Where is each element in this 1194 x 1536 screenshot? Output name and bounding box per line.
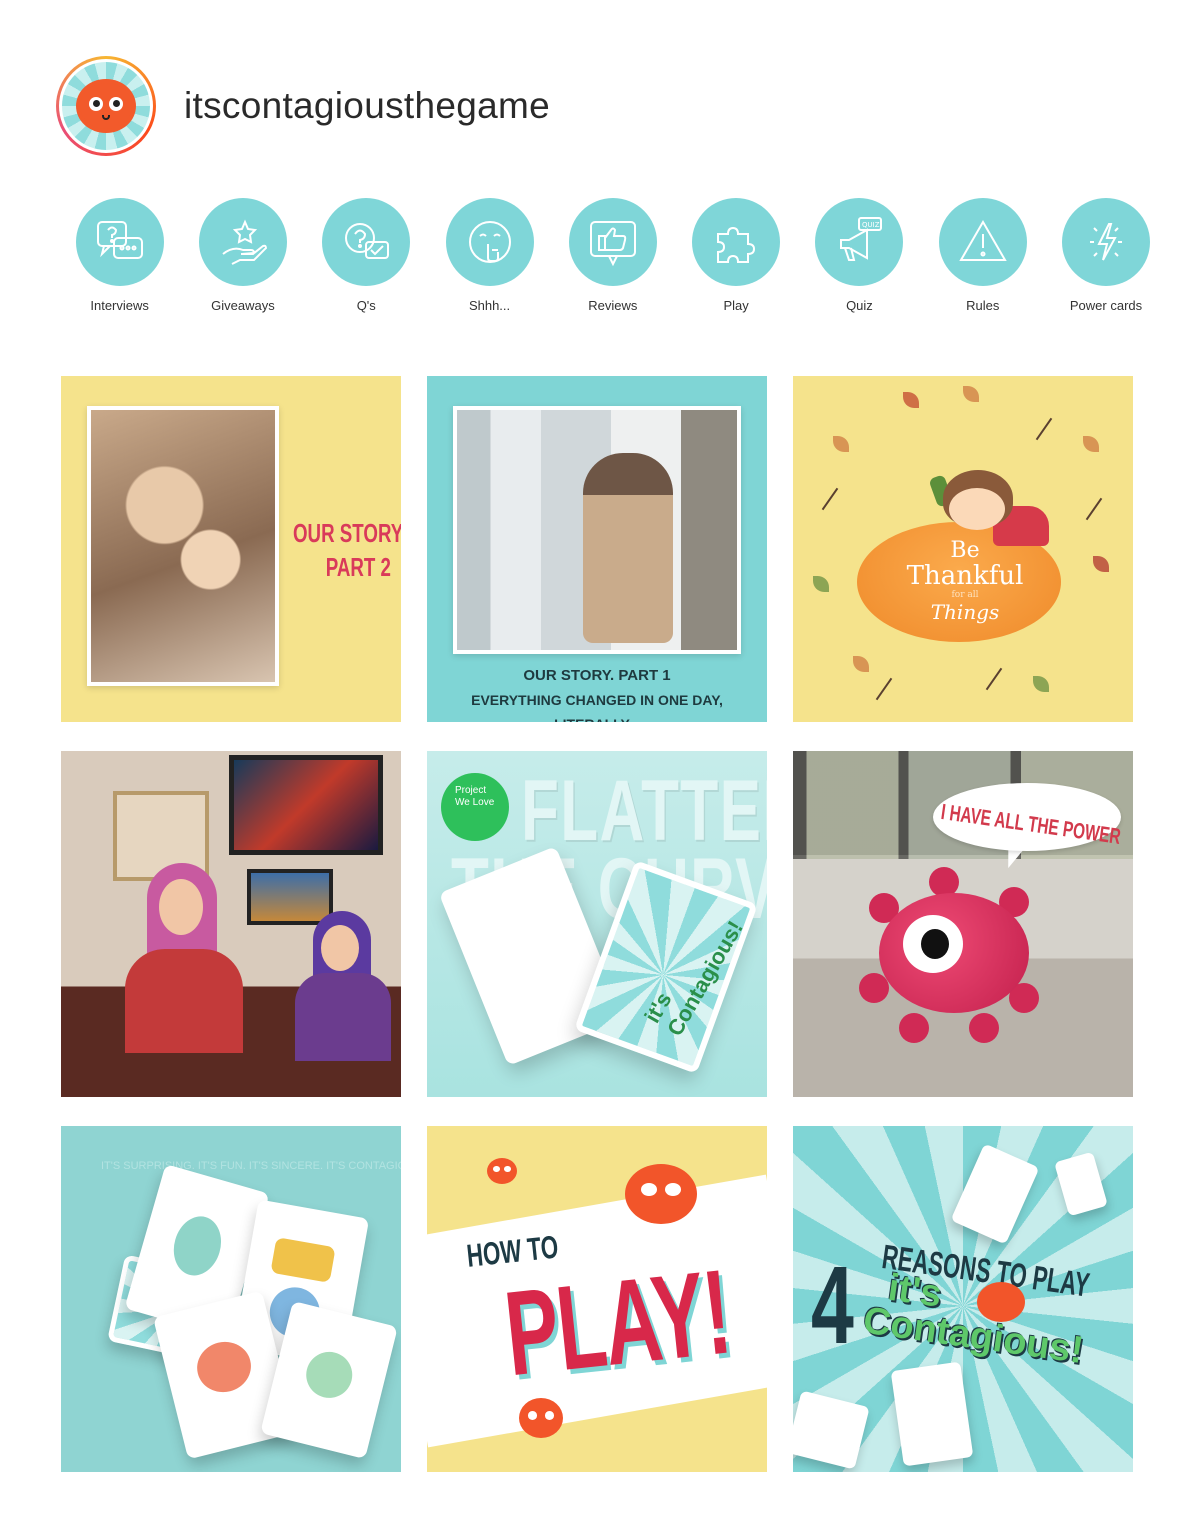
post-4-reasons-to-play[interactable]: 4 REASONS TO PLAY it's Contagious!: [793, 1126, 1133, 1472]
woman-figure: [121, 863, 247, 1053]
avatar[interactable]: [56, 56, 156, 156]
girl-figure: [291, 911, 391, 1061]
highlight-quiz[interactable]: QUIZ Quiz: [798, 198, 921, 313]
highlight-label: Giveaways: [211, 298, 275, 313]
virus-plush: [859, 863, 1045, 1043]
post-our-story-part-2[interactable]: OUR STORY. PART 2: [61, 376, 401, 722]
game-card: [1054, 1151, 1108, 1217]
game-card: [890, 1361, 974, 1467]
story-highlights: Interviews Giveaways Q's Shhh... Reviews…: [58, 198, 1168, 313]
family-photo: [87, 406, 279, 686]
svg-text:QUIZ: QUIZ: [862, 221, 880, 229]
family-photo: [453, 406, 741, 654]
post-be-thankful[interactable]: Be Thankful for all Things: [793, 376, 1133, 722]
highlight-play[interactable]: Play: [674, 198, 797, 313]
wall-painting: [229, 755, 383, 855]
question-check-icon: [345, 223, 390, 259]
background-tagline: IT'S SURPRISING. IT'S FUN. IT'S SINCERE.…: [101, 1160, 401, 1172]
post-title: OUR STORY. PART 2: [293, 518, 401, 582]
highlight-label: Power cards: [1069, 298, 1143, 313]
virus-icon: [625, 1164, 697, 1224]
lightning-icon: [1090, 223, 1123, 261]
virus-icon: [487, 1158, 517, 1184]
post-grid: OUR STORY. PART 2 OUR STORY. PART 1 EVER…: [61, 376, 1133, 1472]
warning-icon: [958, 220, 1007, 261]
highlight-label: Play: [723, 298, 749, 313]
highlight-label: Interviews: [90, 298, 149, 313]
virus-icon: [519, 1398, 563, 1438]
highlight-label: Shhh...: [468, 298, 511, 313]
highlight-interviews[interactable]: Interviews: [58, 198, 181, 313]
highlight-power-cards[interactable]: Power cards: [1044, 198, 1167, 313]
post-title: Be Thankful for all Things: [906, 538, 1024, 625]
game-card: [793, 1390, 870, 1470]
profile-username[interactable]: itscontagiousthegame: [184, 85, 550, 127]
chat-question-icon: [96, 221, 143, 259]
thumbs-up-icon: [589, 221, 636, 267]
post-how-to-play[interactable]: HOW TO PLAY!: [427, 1126, 767, 1472]
highlight-rules[interactable]: Rules: [921, 198, 1044, 313]
shush-face-icon: [468, 221, 511, 263]
highlight-giveaways[interactable]: Giveaways: [181, 198, 304, 313]
highlight-label: Rules: [966, 298, 1000, 313]
post-flatten-the-curve[interactable]: FLATTEN THE CURVE Project We Love it's C…: [427, 751, 767, 1097]
post-our-story-part-1[interactable]: OUR STORY. PART 1 EVERYTHING CHANGED IN …: [427, 376, 767, 722]
highlight-qs[interactable]: Q's: [305, 198, 428, 313]
highlight-label: Quiz: [846, 298, 873, 313]
project-we-love-badge: Project We Love: [441, 773, 509, 841]
game-card: [950, 1143, 1040, 1245]
highlight-label: Reviews: [588, 298, 638, 313]
megaphone-quiz-icon: QUIZ: [840, 217, 883, 261]
post-family-playing-photo[interactable]: [61, 751, 401, 1097]
post-headline: 4: [811, 1244, 854, 1367]
hand-star-icon: [222, 219, 267, 265]
highlight-shhh[interactable]: Shhh...: [428, 198, 551, 313]
puzzle-icon: [717, 226, 756, 263]
post-i-have-all-the-power[interactable]: I HAVE ALL THE POWER: [793, 751, 1133, 1097]
post-floating-cards[interactable]: IT'S SURPRISING. IT'S FUN. IT'S SINCERE.…: [61, 1126, 401, 1472]
profile-header: itscontagiousthegame: [56, 56, 550, 156]
post-headline: PLAY!: [499, 1244, 736, 1402]
post-caption: OUR STORY. PART 1 EVERYTHING CHANGED IN …: [471, 667, 723, 722]
highlight-reviews[interactable]: Reviews: [551, 198, 674, 313]
highlight-label: Q's: [356, 298, 376, 313]
virus-mascot-icon: [80, 83, 132, 129]
